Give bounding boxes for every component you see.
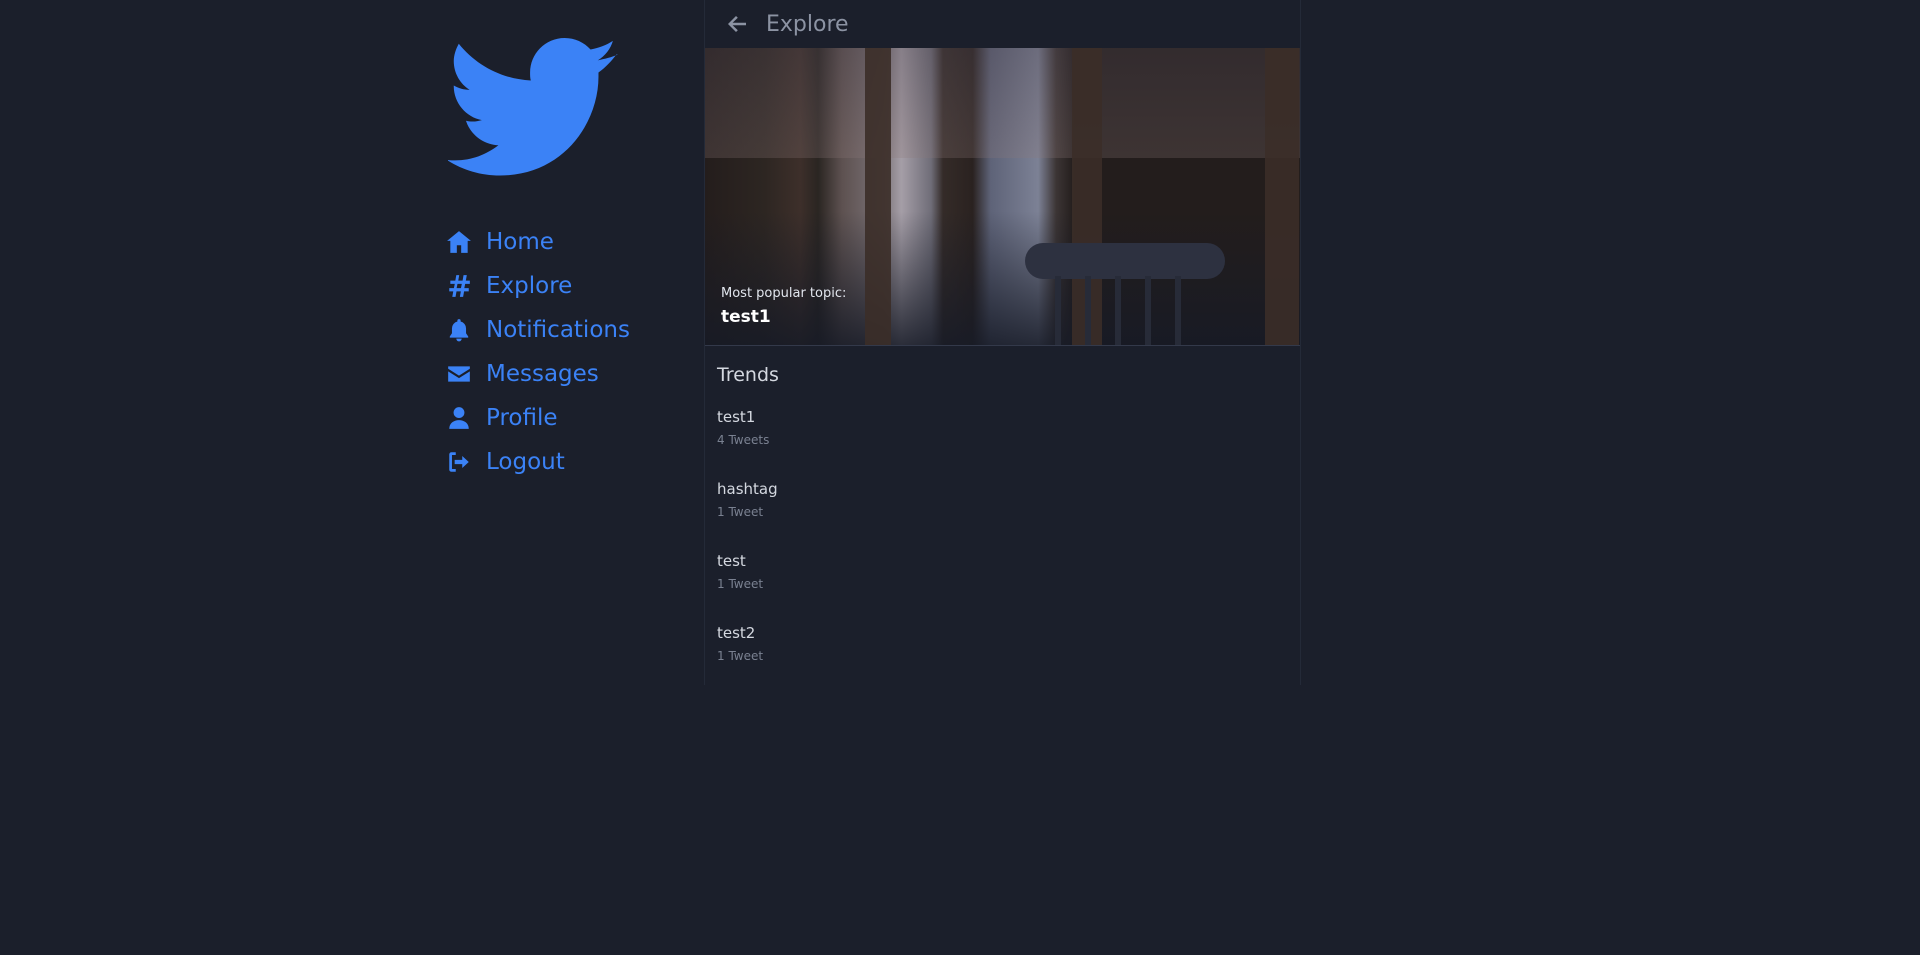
main-column: Explore Most popular topic: test1 Trends…: [704, 0, 1301, 685]
bell-icon: [446, 317, 472, 343]
sidebar-item-messages[interactable]: Messages: [446, 352, 676, 396]
sidebar-nav: Home Explore Notifications Messages Prof…: [446, 220, 676, 484]
trend-name: hashtag: [717, 480, 778, 498]
hero-banner[interactable]: Most popular topic: test1: [705, 48, 1300, 345]
trend-name: test2: [717, 624, 756, 642]
page-title: Explore: [766, 11, 849, 37]
sidebar: Home Explore Notifications Messages Prof…: [446, 38, 676, 500]
trend-item[interactable]: hashtag 1 Tweet: [717, 466, 1300, 538]
sidebar-item-label: Messages: [486, 361, 599, 387]
sidebar-item-label: Profile: [486, 405, 558, 431]
sidebar-item-explore[interactable]: Explore: [446, 264, 676, 308]
trend-item[interactable]: test2 1 Tweet: [717, 610, 1300, 682]
trend-name: test: [717, 552, 746, 570]
trend-count: 1 Tweet: [717, 577, 764, 591]
arrow-left-icon: [728, 16, 746, 32]
back-button[interactable]: [724, 11, 750, 37]
hero-image-chair: [1025, 243, 1225, 279]
envelope-icon: [446, 361, 472, 387]
hashtag-icon: [446, 273, 472, 299]
trend-item[interactable]: test 1 Tweet: [717, 538, 1300, 610]
hero-topic[interactable]: test1: [721, 307, 846, 327]
sidebar-item-label: Explore: [486, 273, 573, 299]
sidebar-item-home[interactable]: Home: [446, 220, 676, 264]
home-icon: [446, 229, 472, 255]
trend-name: test1: [717, 408, 756, 426]
trend-count: 1 Tweet: [717, 649, 764, 663]
user-icon: [446, 405, 472, 431]
sidebar-item-label: Logout: [486, 449, 565, 475]
trends-heading: Trends: [717, 364, 779, 386]
hero-caption: Most popular topic: test1: [721, 286, 846, 327]
sidebar-item-logout[interactable]: Logout: [446, 440, 676, 484]
trend-item[interactable]: test1 4 Tweets: [717, 394, 1300, 466]
logout-icon: [446, 449, 472, 475]
sidebar-item-label: Notifications: [486, 317, 630, 343]
divider: [705, 345, 1300, 346]
trend-count: 1 Tweet: [717, 505, 764, 519]
trend-count: 4 Tweets: [717, 433, 770, 447]
hero-label: Most popular topic:: [721, 286, 847, 301]
sidebar-item-notifications[interactable]: Notifications: [446, 308, 676, 352]
sidebar-item-label: Home: [486, 229, 554, 255]
twitter-logo-icon[interactable]: [448, 38, 624, 182]
page-header: Explore: [705, 0, 1300, 48]
sidebar-item-profile[interactable]: Profile: [446, 396, 676, 440]
